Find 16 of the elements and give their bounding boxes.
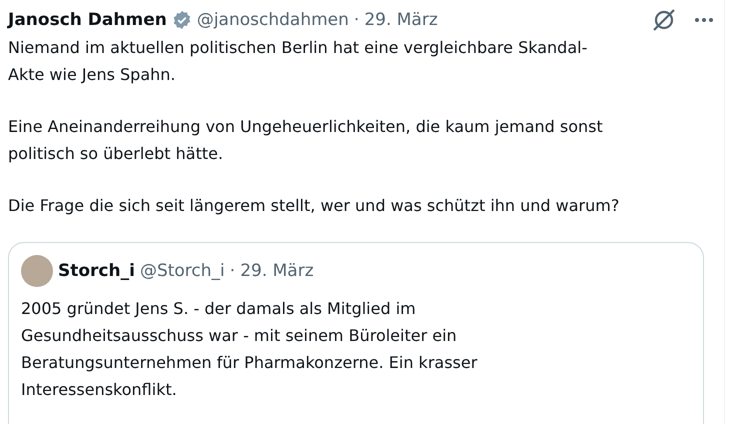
post-text: Niemand im aktuellen politischen Berlin hat eine vergleichbare Skandal-Akte wie Jens Spahn. xyxy=(8,37,588,86)
post-date[interactable]: 29. März xyxy=(364,10,438,30)
slashed-circle-icon[interactable] xyxy=(651,7,677,33)
quoted-post-text: 2005 gründet Jens S. - der damals als Mitglied im Gesundheitsausschuss war - mit seinem Büroleiter ein Beratungsunternehmen für Pharmakonzerne. Ein krasser Interessenskonflikt. xyxy=(21,298,478,401)
quoted-post-date: 29. März xyxy=(240,261,314,281)
post-text: Eine Aneinanderreihung von Ungeheuerlichkeiten, die kaum jemand sonst politisch so überlebt hätte. xyxy=(8,116,604,165)
separator-dot: · xyxy=(354,10,360,30)
quoted-author-handle: @Storch_i xyxy=(140,261,225,281)
post-text: Die Frage die sich seit längerem stellt, wer und was schützt ihn und warum? xyxy=(8,195,620,217)
quoted-author-name: Storch_i xyxy=(58,261,135,281)
author-handle[interactable]: @janoschdahmen xyxy=(196,10,349,30)
more-options-icon[interactable] xyxy=(694,17,714,23)
avatar-placeholder xyxy=(21,255,53,287)
separator-dot: · xyxy=(230,261,236,281)
author-name[interactable]: Janosch Dahmen xyxy=(8,10,167,30)
quoted-post-card[interactable] xyxy=(8,242,704,424)
